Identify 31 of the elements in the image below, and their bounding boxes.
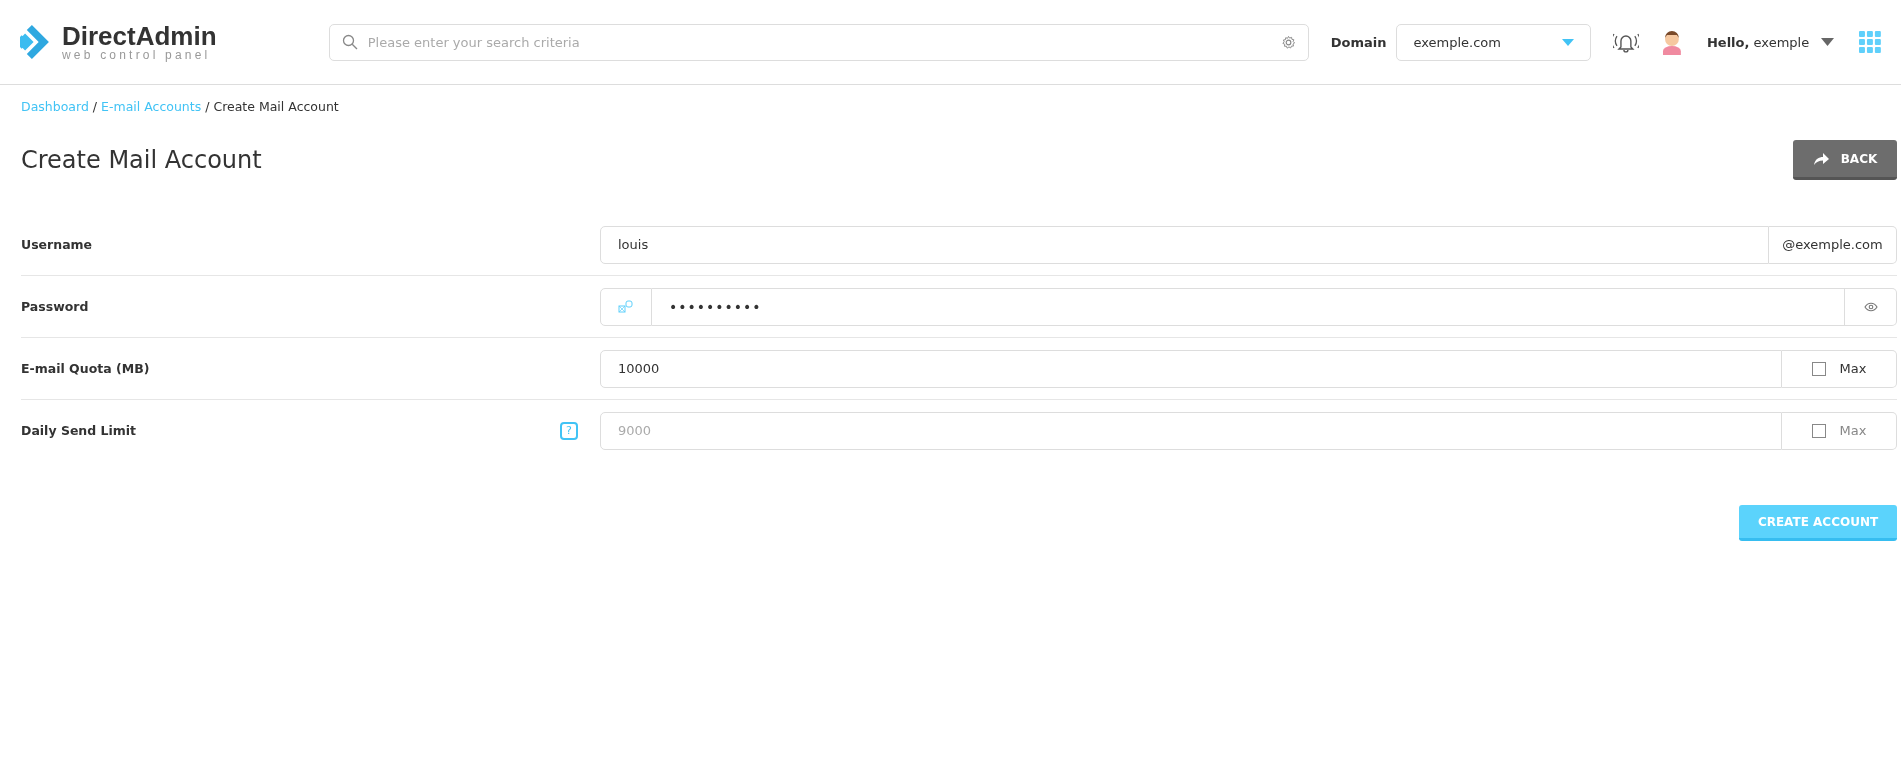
dice-icon [618, 299, 634, 314]
domain-select[interactable]: exemple.com [1396, 23, 1592, 61]
show-password-button[interactable] [1845, 287, 1897, 326]
input-field[interactable]: 9000 [600, 411, 1782, 450]
eye-icon [1863, 301, 1878, 312]
logo-name: DirectAdmin [62, 23, 217, 49]
logo-tagline: web control panel [62, 49, 212, 61]
field-label: Daily Send Limit [21, 423, 137, 438]
page-title: Create Mail Account [21, 146, 262, 174]
field-label: Password [21, 299, 89, 314]
avatar-icon[interactable] [1661, 29, 1683, 55]
field-label: Username [21, 237, 93, 252]
apps-grid-icon[interactable] [1859, 31, 1881, 53]
password-field[interactable]: •••••••••• [652, 287, 1845, 326]
caret-icon [1562, 38, 1575, 46]
caret-icon [1821, 38, 1835, 46]
max-checkbox[interactable]: Max [1782, 349, 1897, 388]
arrow-icon [1812, 152, 1829, 165]
domain-label: Domain [1330, 34, 1387, 50]
search-icon [341, 34, 358, 50]
breadcrumb-separator: / [92, 99, 98, 114]
breadcrumb-current: Create Mail Account [213, 99, 339, 114]
field-label: E-mail Quota (MB) [21, 361, 150, 376]
input-field[interactable]: 10000 [600, 349, 1782, 388]
back-button[interactable]: BACK [1793, 140, 1897, 180]
search-field[interactable]: Please enter your search criteria [328, 23, 1309, 61]
user-menu[interactable]: Hello, exemple [1706, 34, 1835, 50]
domain-suffix: @exemple.com [1769, 225, 1897, 264]
input-field[interactable]: louis [600, 225, 1769, 264]
settings-icon[interactable] [1280, 34, 1296, 50]
breadcrumb-separator: / [205, 99, 210, 114]
